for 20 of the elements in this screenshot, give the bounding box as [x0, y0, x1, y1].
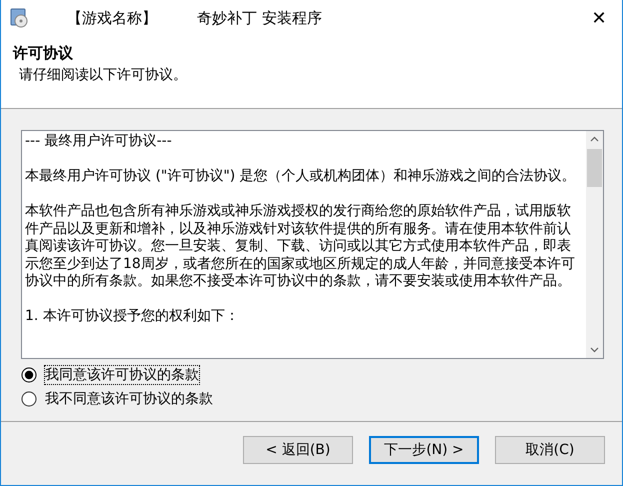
installer-icon	[9, 8, 29, 28]
radio-button[interactable]	[21, 367, 37, 383]
cancel-button[interactable]: 取消(C)	[495, 436, 605, 464]
license-paragraph: 本最终用户许可协议 ("许可协议") 是您（个人或机构团体）和神乐游戏之间的合法协议。	[25, 168, 577, 186]
close-button[interactable]: ✕	[576, 0, 622, 36]
option-label[interactable]: 我同意该许可协议的条款	[45, 366, 199, 384]
next-button[interactable]: 下一步(N) >	[369, 436, 479, 464]
scrollbar[interactable]	[586, 131, 603, 358]
window-title: 奇妙补丁 安装程序	[197, 8, 322, 28]
option-label[interactable]: 我不同意该许可协议的条款	[45, 390, 213, 408]
license-text-box[interactable]	[21, 130, 604, 359]
page-subtitle: 请仔细阅读以下许可协议。	[18, 66, 188, 84]
license-paragraph: 本软件产品也包含所有神乐游戏或神乐游戏授权的发行商给您的原始软件产品，试用版软件产品以及更新和增补，以及神乐游戏针对该软件提供的所有服务。请在使用本软件前认真阅读该许可协议。您一旦安装、复制、下载、访问或以其它方式使用本软件产品，即表示您至少到达了18周岁，或者您所在的国家或地区所规定的成人年龄，并同意接受本许可协议中的所有条款。如果您不接受本许可协议中的条款，请不要安装或使用本软件产品。	[25, 203, 576, 290]
page-title: 许可协议	[13, 44, 74, 63]
license-paragraph: --- 最终用户许可协议---	[25, 133, 173, 150]
back-button[interactable]: < 返回(B)	[243, 436, 353, 464]
radio-button[interactable]	[21, 391, 37, 407]
license-paragraph: 1. 本许可协议授予您的权利如下：	[25, 308, 240, 326]
window-title: 【游戏名称】	[67, 8, 157, 28]
scroll-thumb[interactable]	[587, 149, 602, 187]
